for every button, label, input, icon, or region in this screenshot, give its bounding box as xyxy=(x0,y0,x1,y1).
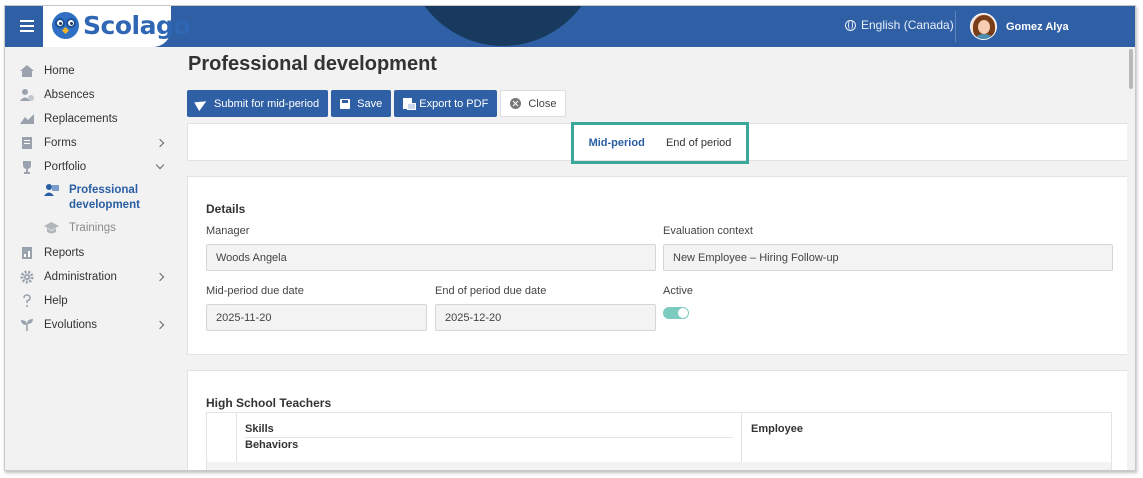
export-label: Export to PDF xyxy=(419,97,489,110)
behaviors-header: Behaviors xyxy=(245,439,299,451)
user-name: Gomez Alya xyxy=(1006,20,1069,33)
sidebar-item-reports[interactable]: Reports xyxy=(19,243,84,263)
end-period-due-label: End of period due date xyxy=(435,285,547,297)
chevron-right-icon[interactable] xyxy=(155,272,165,282)
scrollbar-thumb[interactable] xyxy=(1129,49,1133,89)
sidebar-item-label: Help xyxy=(44,295,68,307)
owl-logo-icon xyxy=(52,12,79,39)
end-period-due-field[interactable]: 2025-12-20 xyxy=(435,304,656,331)
sidebar-item-evolutions[interactable]: Evolutions xyxy=(19,315,97,335)
sidebar-item-label: Evolutions xyxy=(44,319,98,331)
section-title: High School Teachers xyxy=(206,396,332,410)
sidebar-item-label: Reports xyxy=(44,247,85,259)
gear-icon xyxy=(19,270,35,284)
pdf-icon xyxy=(403,98,417,110)
save-label: Save xyxy=(357,97,383,110)
sidebar-subitem-professional-development[interactable]: Professional development xyxy=(43,183,140,213)
sidebar-subitem-trainings[interactable]: Trainings xyxy=(43,221,116,235)
sidebar-item-replacements[interactable]: Replacements xyxy=(19,109,118,129)
send-icon xyxy=(194,96,209,111)
sidebar-item-label: Home xyxy=(44,65,75,77)
sidebar-item-home[interactable]: Home xyxy=(19,61,75,81)
home-icon xyxy=(19,64,35,78)
chevron-right-icon[interactable] xyxy=(155,320,165,330)
sidebar-item-label: Absences xyxy=(44,89,95,101)
employee-header: Employee xyxy=(751,423,803,435)
sidebar-item-label: Trainings xyxy=(69,222,116,234)
manager-label: Manager xyxy=(206,225,250,237)
absences-icon xyxy=(19,88,35,102)
sidebar-item-label: Administration xyxy=(44,271,117,283)
evaluation-context-field[interactable]: New Employee – Hiring Follow-up xyxy=(663,244,1113,271)
globe-icon xyxy=(845,19,856,31)
evaluation-context-label: Evaluation context xyxy=(663,225,753,237)
language-selector[interactable]: English (Canada) xyxy=(845,18,954,32)
sidebar-subitem-label-line2: development xyxy=(69,199,140,211)
page-title: Professional development xyxy=(188,53,437,75)
logo[interactable]: Scolago xyxy=(43,6,191,47)
question-icon xyxy=(19,294,35,308)
user-menu[interactable]: Gomez Alya xyxy=(970,13,1069,40)
scrollbar[interactable] xyxy=(1127,47,1135,470)
details-card: Details Manager Woods Angela Evaluation … xyxy=(187,176,1130,355)
manager-field[interactable]: Woods Angela xyxy=(206,244,656,271)
skills-table: Skills Behaviors Employee xyxy=(206,412,1112,470)
sidebar: Home Absences Replacements Forms Portfol… xyxy=(5,47,181,470)
sidebar-subitem-label-line1: Professional xyxy=(69,184,139,196)
submit-mid-period-button[interactable]: Submit for mid-period xyxy=(187,90,329,117)
tab-mid-period[interactable]: Mid-period xyxy=(587,133,647,153)
period-tabs: Mid-period End of period xyxy=(571,122,749,164)
save-button[interactable]: Save xyxy=(331,90,392,117)
tab-end-of-period[interactable]: End of period xyxy=(664,133,733,153)
skills-header: Skills xyxy=(245,423,274,435)
sprout-icon xyxy=(19,318,35,332)
close-icon xyxy=(510,98,522,109)
chevron-right-icon[interactable] xyxy=(155,138,165,148)
header-divider xyxy=(245,437,733,438)
close-button[interactable]: Close xyxy=(500,90,567,117)
header-decoration xyxy=(403,6,603,46)
submit-label: Submit for mid-period xyxy=(214,97,320,110)
professional-development-icon xyxy=(43,183,60,197)
active-label: Active xyxy=(663,285,693,297)
language-label: English (Canada) xyxy=(861,18,954,32)
mid-period-due-label: Mid-period due date xyxy=(206,285,304,297)
mid-period-due-field[interactable]: 2025-11-20 xyxy=(206,304,427,331)
chevron-down-icon[interactable] xyxy=(155,160,165,170)
reports-icon xyxy=(19,246,35,260)
table-row xyxy=(207,462,1111,470)
sidebar-item-absences[interactable]: Absences xyxy=(19,85,95,105)
active-toggle[interactable] xyxy=(663,307,689,319)
close-label: Close xyxy=(528,97,557,110)
period-tabs-card: Mid-period End of period xyxy=(187,122,1130,164)
app-window: Scolago English (Canada) Gomez Alya Home… xyxy=(4,5,1136,471)
high-school-teachers-card: High School Teachers Skills Behaviors Em… xyxy=(187,370,1130,470)
details-title: Details xyxy=(206,202,246,216)
header-divider xyxy=(955,11,956,42)
save-icon xyxy=(340,98,351,109)
replacements-icon xyxy=(19,112,35,126)
sidebar-item-forms[interactable]: Forms xyxy=(19,133,77,153)
forms-icon xyxy=(19,136,35,150)
trophy-icon xyxy=(19,160,35,174)
graduation-cap-icon xyxy=(43,221,60,235)
sidebar-item-help[interactable]: Help xyxy=(19,291,68,311)
sidebar-item-label: Replacements xyxy=(44,113,118,125)
sidebar-item-label: Forms xyxy=(44,137,77,149)
sidebar-item-portfolio[interactable]: Portfolio xyxy=(19,157,86,177)
hamburger-menu-icon[interactable] xyxy=(19,17,37,35)
sidebar-item-administration[interactable]: Administration xyxy=(19,267,117,287)
top-bar: Scolago English (Canada) Gomez Alya xyxy=(5,6,1135,47)
toolbar: Submit for mid-period Save Export to PDF… xyxy=(187,90,567,117)
brand-name: Scolago xyxy=(83,11,191,40)
export-pdf-button[interactable]: Export to PDF xyxy=(394,90,498,117)
sidebar-item-label: Portfolio xyxy=(44,161,87,173)
avatar xyxy=(970,13,997,40)
